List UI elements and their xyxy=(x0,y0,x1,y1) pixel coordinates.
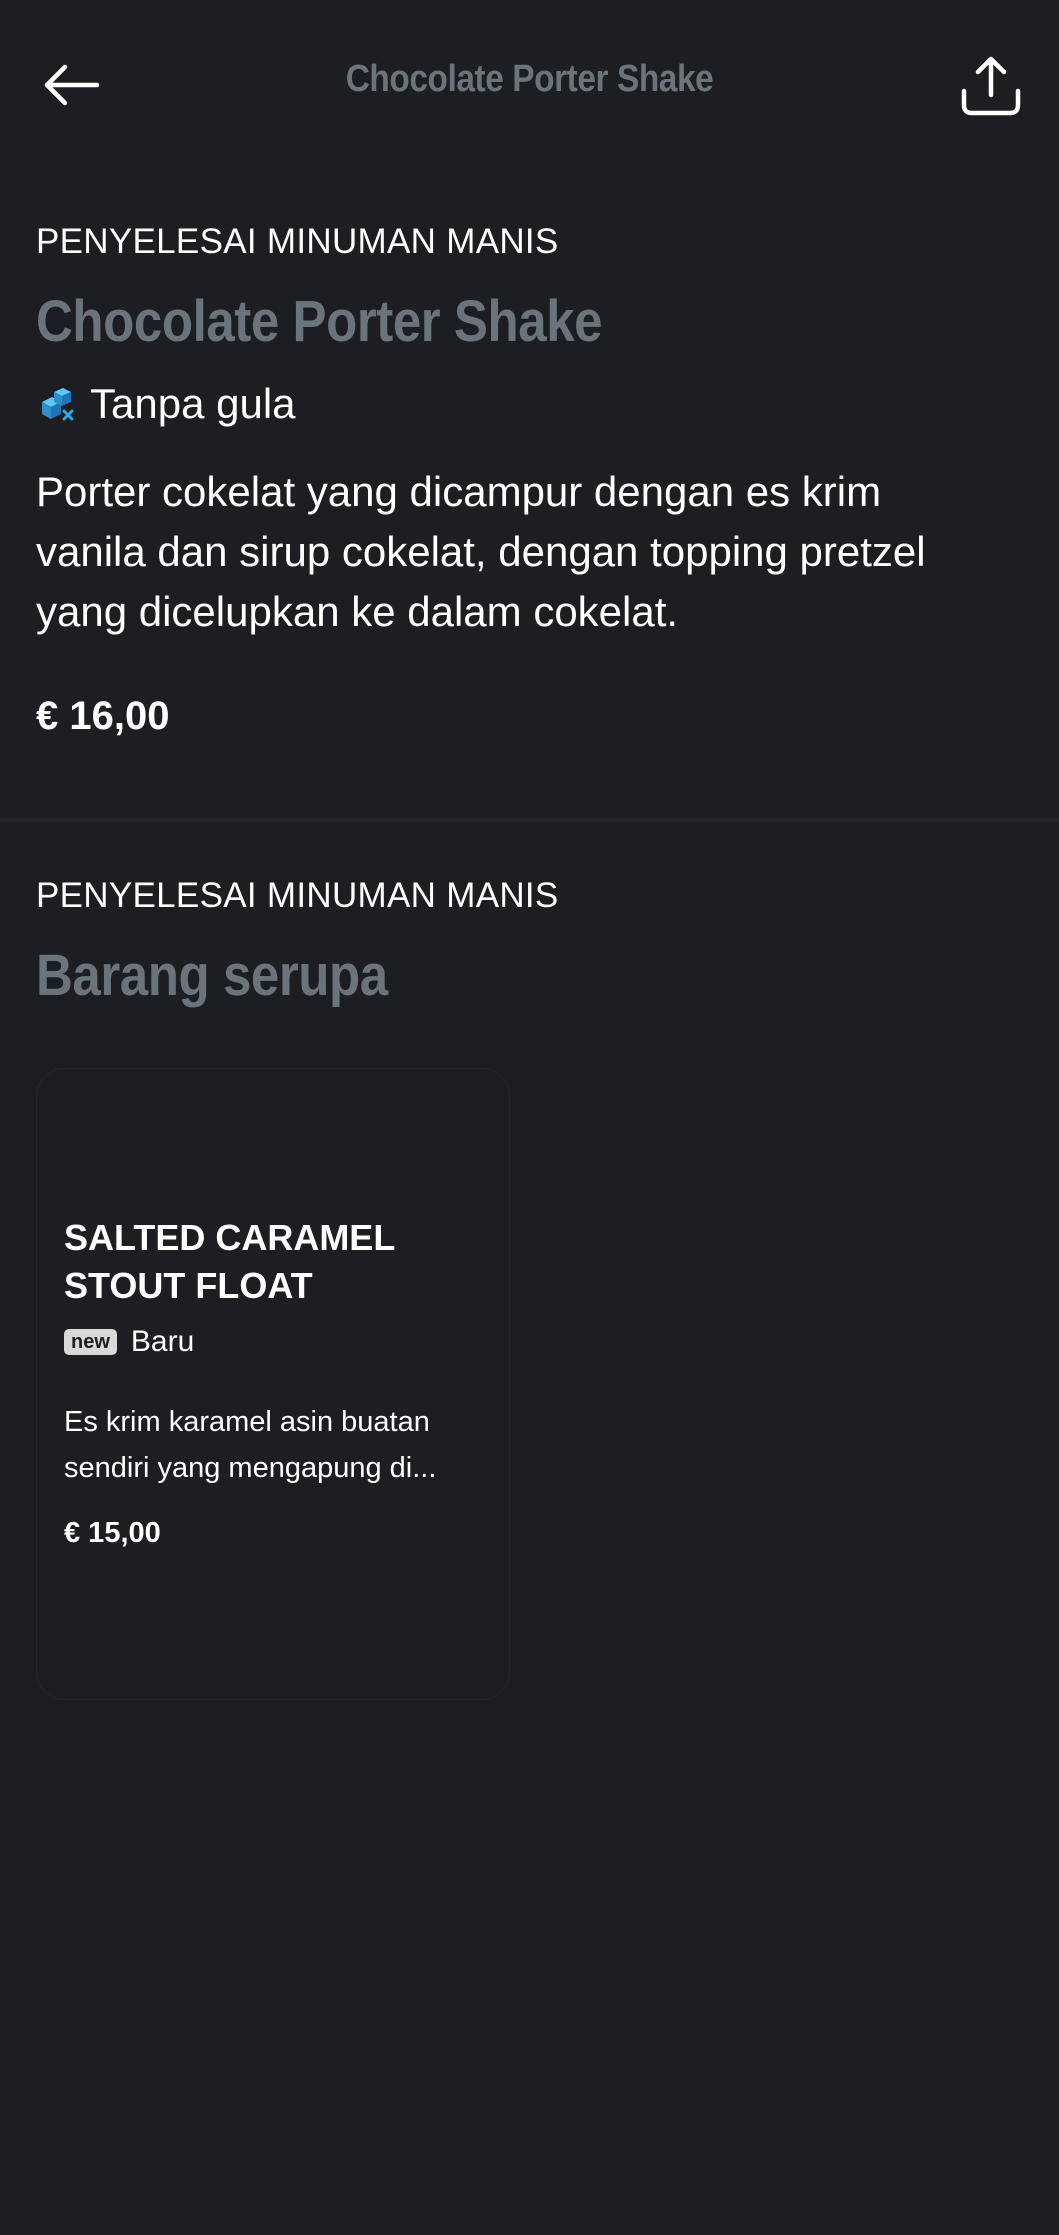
similar-section: PENYELESAI MINUMAN MANIS xyxy=(36,876,1023,916)
page-title: Chocolate Porter Shake xyxy=(345,58,714,100)
product-name: Chocolate Porter Shake xyxy=(36,289,603,354)
product-tag: Tanpa gula xyxy=(36,380,1023,428)
product-tag-label: Tanpa gula xyxy=(90,380,296,427)
product-category: PENYELESAI MINUMAN MANIS xyxy=(36,222,559,261)
similar-item-tag-label: Baru xyxy=(130,1325,195,1358)
new-badge: new xyxy=(64,1329,117,1355)
product-price: € 16,00 xyxy=(36,694,170,738)
similar-category: PENYELESAI MINUMAN MANIS xyxy=(36,876,559,915)
similar-item-price: € 15,00 xyxy=(64,1517,161,1549)
sugar-free-icon xyxy=(42,388,74,421)
top-bar: Chocolate Porter Shake xyxy=(0,0,1059,170)
share-button[interactable] xyxy=(953,48,1029,124)
product-section: PENYELESAI MINUMAN MANIS xyxy=(36,222,1023,262)
similar-item-tag: new Baru xyxy=(64,1325,194,1359)
share-icon xyxy=(961,56,1021,116)
similar-item-title: SALTED CARAMEL STOUT FLOAT xyxy=(64,1217,396,1306)
similar-item-description: Es krim karamel asin buatan sendiri yang… xyxy=(64,1406,437,1484)
similar-heading: Barang serupa xyxy=(36,943,388,1008)
product-description: Porter cokelat yang dicampur dengan es k… xyxy=(36,468,926,635)
section-divider xyxy=(0,818,1059,822)
similar-item-card[interactable]: SALTED CARAMEL STOUT FLOAT new Baru Es k… xyxy=(36,1068,510,1700)
